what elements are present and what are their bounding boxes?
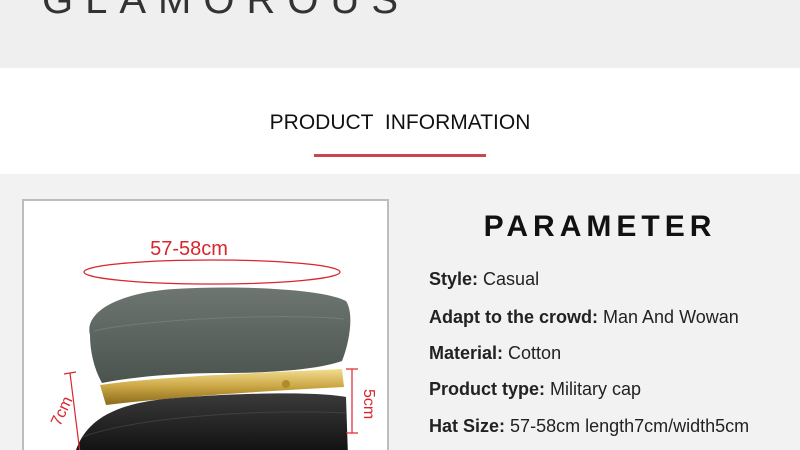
spec-key: Hat Size: xyxy=(429,416,506,436)
spec-key: Material: xyxy=(429,343,504,363)
product-image-frame: 57-58cm 7cm 5cm xyxy=(22,199,389,450)
spec-adapt-crowd: Adapt to the crowd: Man And Wowan xyxy=(429,307,739,328)
spec-key: Adapt to the crowd: xyxy=(429,307,598,327)
spec-style: Style: Casual xyxy=(429,269,539,290)
section-title: PRODUCT INFORMATION xyxy=(269,111,531,134)
spec-value: Cotton xyxy=(508,343,562,363)
spec-value: Military cap xyxy=(550,379,642,399)
spec-value: Casual xyxy=(483,269,540,289)
circumference-label: 57-58cm xyxy=(150,238,228,260)
spec-material: Material: Cotton xyxy=(429,343,561,364)
title-underline xyxy=(314,154,486,157)
military-cap-image: 57-58cm 7cm 5cm xyxy=(48,238,377,450)
brand-name: GLAMOROUS xyxy=(42,0,411,22)
length-label: 7cm xyxy=(48,394,76,429)
spec-value: 57-58cm length7cm/width5cm xyxy=(510,416,750,436)
width-label: 5cm xyxy=(360,389,377,419)
spec-product-type: Product type: Military cap xyxy=(429,379,641,400)
spec-key: Style: xyxy=(429,269,479,289)
brand-banner: GLAMOROUS xyxy=(0,0,800,68)
circumference-ring xyxy=(83,259,341,285)
parameter-title: PARAMETER xyxy=(483,210,717,243)
spec-key: Product type: xyxy=(429,379,546,399)
product-information-header: PRODUCT INFORMATION xyxy=(0,68,800,174)
cap-crown xyxy=(89,287,351,383)
spec-hat-size: Hat Size: 57-58cm length7cm/width5cm xyxy=(429,416,749,437)
spec-value: Man And Wowan xyxy=(603,307,739,327)
